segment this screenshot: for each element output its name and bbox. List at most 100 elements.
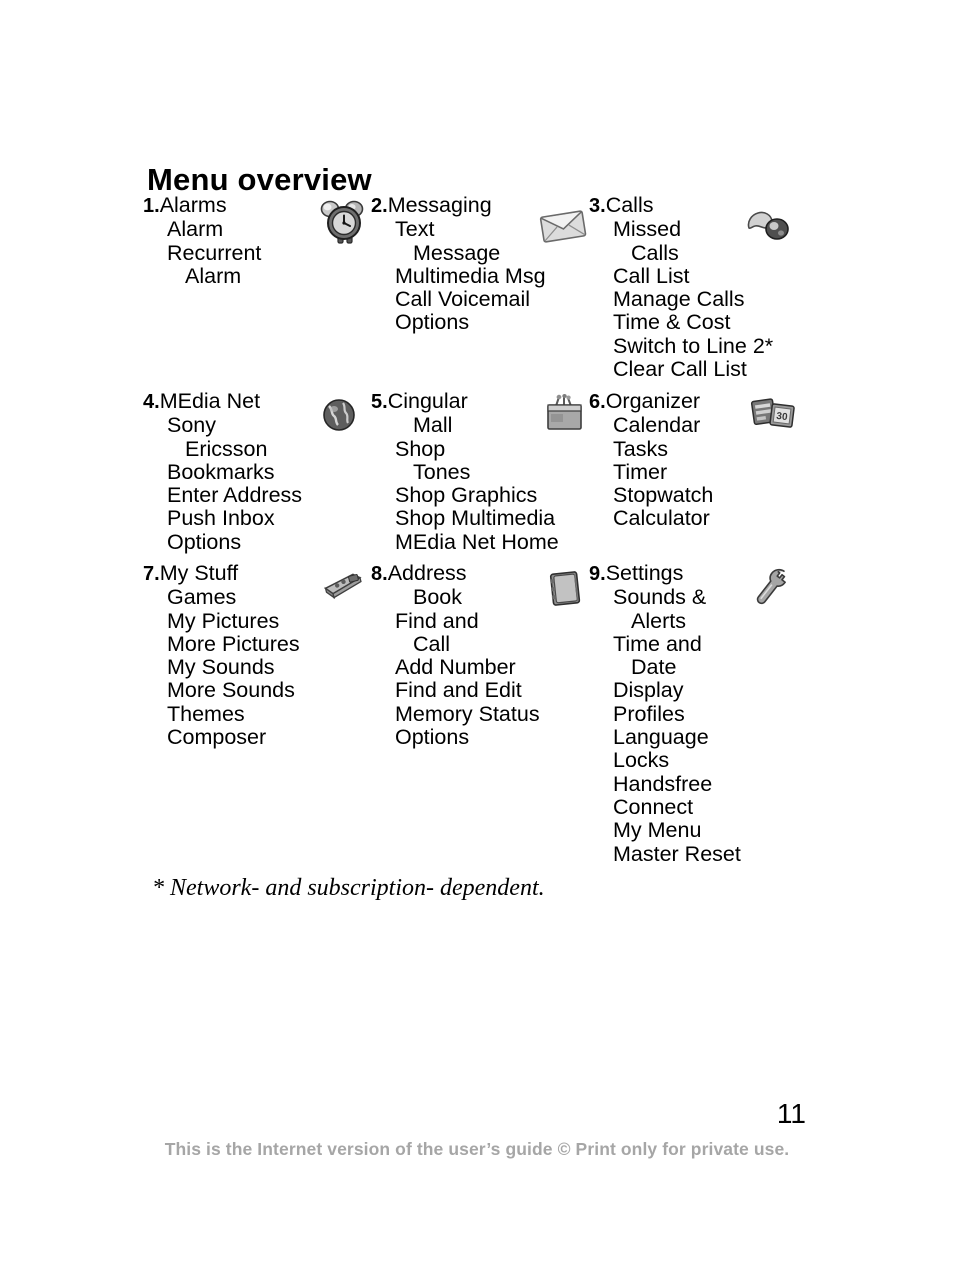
menu-section-title: Organizer xyxy=(605,389,701,413)
menu-item: Tasks xyxy=(613,436,668,461)
menu-item: Shop Graphics xyxy=(395,483,538,508)
menu-item: My Pictures xyxy=(167,608,280,633)
menu-section-number: 4. xyxy=(143,391,160,413)
menu-item: Date xyxy=(631,655,677,680)
menu-section-number: 7. xyxy=(143,563,160,585)
menu-section-title: Messaging xyxy=(387,193,492,217)
menu-item: Calendar xyxy=(613,413,701,438)
alarm-clock-icon xyxy=(315,198,371,246)
footnote: * Network- and subscription- dependent. xyxy=(152,875,545,901)
menu-item: Call Voicemail xyxy=(395,287,531,312)
menu-item: More Pictures xyxy=(167,631,300,656)
address-book-icon xyxy=(537,566,593,614)
manual-page: Menu overview 1.Alarms Alarm Recurrent A… xyxy=(0,0,954,1269)
menu-item: Display xyxy=(613,678,684,703)
menu-item: Tones xyxy=(413,459,471,484)
menu-section-media-net: 4.MEdia Net Sony Ericsson Bookmarks Ente… xyxy=(143,389,371,554)
menu-item: Options xyxy=(395,310,470,335)
envelope-icon xyxy=(535,202,591,250)
menu-item: Connect xyxy=(613,794,694,819)
menu-section-title: Address xyxy=(387,561,467,585)
menu-section-settings: 9.Settings Sounds & Alerts Time and Date… xyxy=(589,561,839,866)
menu-item: More Sounds xyxy=(167,678,295,703)
menu-section-items: Sounds & Alerts Time and Date Display Pr… xyxy=(589,585,839,866)
menu-overview-grid: 1.Alarms Alarm Recurrent Alarm 2.Messagi… xyxy=(143,193,843,882)
menu-item: Themes xyxy=(167,701,245,726)
menu-section-title: My Stuff xyxy=(159,561,239,585)
menu-section-organizer: 6.Organizer Calendar Tasks Timer Stopwat… xyxy=(589,389,839,531)
menu-item: MEdia Net Home xyxy=(395,529,559,554)
menu-section-number: 9. xyxy=(589,563,606,585)
menu-section-number: 1. xyxy=(143,195,160,217)
menu-section-heading: 3.Calls xyxy=(589,193,839,218)
menu-item: Handsfree xyxy=(613,771,713,796)
menu-section-number: 2. xyxy=(371,195,388,217)
menu-item: Master Reset xyxy=(613,841,741,866)
game-controller-icon xyxy=(317,564,373,612)
menu-item: Composer xyxy=(167,725,267,750)
menu-item: Missed xyxy=(613,217,682,242)
page-footer: This is the Internet version of the user… xyxy=(164,1139,790,1159)
wrench-icon xyxy=(745,564,801,612)
menu-item: Enter Address xyxy=(167,483,303,508)
globe-icon xyxy=(313,392,369,440)
menu-item: Options xyxy=(395,725,470,750)
menu-item: Ericsson xyxy=(185,436,268,461)
menu-section-heading: 6.Organizer xyxy=(589,389,839,414)
menu-section-number: 6. xyxy=(589,391,606,413)
menu-item: My Sounds xyxy=(167,655,275,680)
menu-section-calls: 3.Calls Missed Calls Call List Manage Ca… xyxy=(589,193,839,382)
svg-text:30: 30 xyxy=(776,411,789,423)
menu-section-alarms: 1.Alarms Alarm Recurrent Alarm xyxy=(143,193,371,288)
shopping-bag-icon xyxy=(537,392,593,440)
menu-row: 4.MEdia Net Sony Ericsson Bookmarks Ente… xyxy=(143,389,843,562)
menu-item: Find and Edit xyxy=(395,678,522,703)
menu-item: Alarm xyxy=(185,263,242,288)
menu-item: Call List xyxy=(613,263,690,288)
menu-section-title: Alarms xyxy=(159,193,227,217)
menu-section-heading: 9.Settings xyxy=(589,561,839,586)
menu-item: Push Inbox xyxy=(167,506,275,531)
menu-item: Add Number xyxy=(395,655,516,680)
menu-item: Manage Calls xyxy=(613,287,745,312)
menu-item: My Menu xyxy=(613,818,702,843)
menu-item: Timer xyxy=(613,459,668,484)
menu-item: Options xyxy=(167,529,242,554)
phone-handset-icon xyxy=(741,202,797,250)
menu-section-title: Cingular xyxy=(387,389,468,413)
menu-item: Profiles xyxy=(613,701,685,726)
calendar-cards-icon: 30 xyxy=(745,392,801,440)
menu-section-title: MEdia Net xyxy=(159,389,261,413)
menu-item: Stopwatch xyxy=(613,483,714,508)
menu-item: Calculator xyxy=(613,506,710,531)
menu-item: Locks xyxy=(613,748,670,773)
menu-item: Language xyxy=(613,725,709,750)
menu-item: Shop xyxy=(395,436,446,461)
menu-row: 7.My Stuff Games My Pictures More Pictur… xyxy=(143,561,843,882)
menu-item: Sounds & xyxy=(613,585,707,610)
menu-section-number: 3. xyxy=(589,195,606,217)
menu-item: Calls xyxy=(631,240,679,265)
menu-section-items: Calendar Tasks Timer Stopwatch Calculato… xyxy=(589,413,839,531)
menu-section-title: Calls xyxy=(605,193,654,217)
menu-section-title: Settings xyxy=(605,561,684,585)
menu-section-my-stuff: 7.My Stuff Games My Pictures More Pictur… xyxy=(143,561,373,750)
menu-section-messaging: 2.Messaging Text Message Multimedia Msg … xyxy=(371,193,591,335)
menu-section-cingular-mall: 5.Cingular Mall Shop Tones Shop Graphics… xyxy=(371,389,589,554)
page-number: 11 xyxy=(776,1098,806,1129)
menu-item: Shop Multimedia xyxy=(395,506,556,531)
menu-item: Call xyxy=(413,631,451,656)
menu-item: Alerts xyxy=(631,608,686,633)
menu-item: Multimedia Msg xyxy=(395,263,546,288)
menu-section-number: 8. xyxy=(371,563,388,585)
menu-item: Clear Call List xyxy=(613,357,747,382)
menu-row: 1.Alarms Alarm Recurrent Alarm 2.Messagi… xyxy=(143,193,843,390)
menu-item: Time & Cost xyxy=(613,310,731,335)
menu-item: Switch to Line 2* xyxy=(613,333,774,358)
menu-item: Memory Status xyxy=(395,701,540,726)
menu-section-items: Missed Calls Call List Manage Calls Time… xyxy=(589,217,839,382)
menu-item: Bookmarks xyxy=(167,459,275,484)
menu-section-address-book: 8.Address Book Find and Call Add Number … xyxy=(371,561,589,750)
menu-item: Time and xyxy=(613,631,702,656)
menu-section-number: 5. xyxy=(371,391,388,413)
